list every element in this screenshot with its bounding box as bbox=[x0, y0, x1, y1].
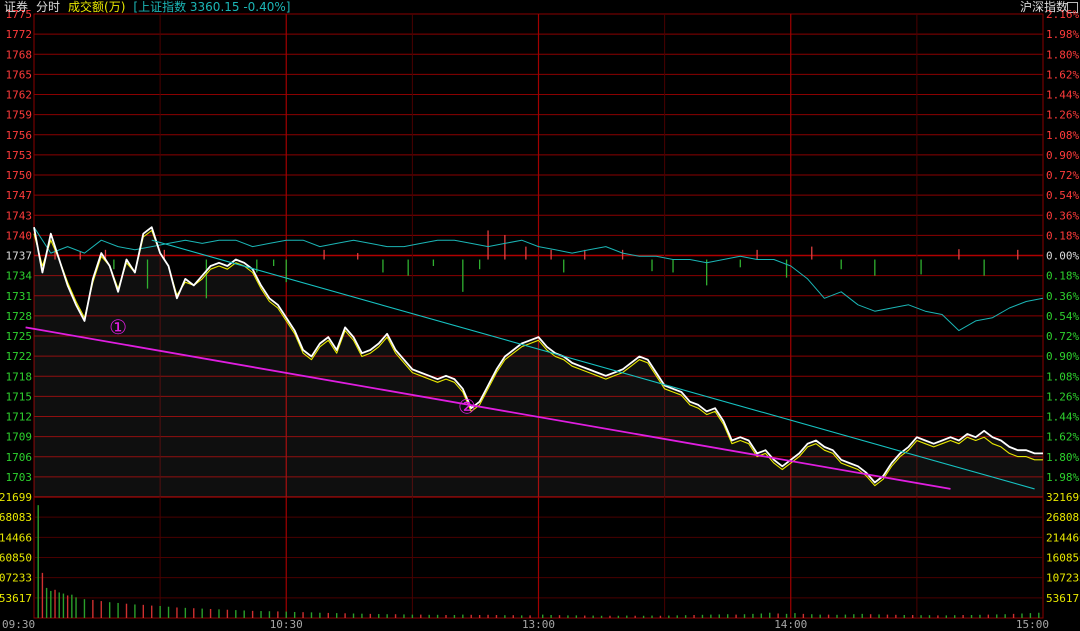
y-tick-left: 1753 bbox=[6, 149, 33, 162]
y-tick-left: 1709 bbox=[6, 431, 33, 444]
y-tick-right: 0.18% bbox=[1046, 270, 1079, 283]
y-tick-right: 1.62% bbox=[1046, 431, 1079, 444]
y-tick-right: 1.98% bbox=[1046, 28, 1079, 41]
volume-tick-right: 268083 bbox=[1046, 511, 1080, 524]
y-tick-left: 1715 bbox=[6, 390, 33, 403]
y-tick-left: 1731 bbox=[6, 290, 33, 303]
y-tick-right: 1.26% bbox=[1046, 109, 1079, 122]
volume-tick-right: 214466 bbox=[1046, 531, 1080, 544]
annotation-marker: ② bbox=[458, 394, 476, 418]
x-tick-label: 13:00 bbox=[522, 618, 555, 631]
volume-tick-right: 160850 bbox=[1046, 552, 1080, 565]
y-tick-left: 1722 bbox=[6, 350, 33, 363]
volume-tick-right: 321699 bbox=[1046, 491, 1080, 504]
volume-tick-left: 107233 bbox=[0, 572, 32, 585]
volume-tick-left: 214466 bbox=[0, 531, 32, 544]
y-tick-right: 0.00% bbox=[1046, 250, 1079, 263]
y-tick-left: 1725 bbox=[6, 330, 33, 343]
volume-tick-right: 53617 bbox=[1046, 592, 1079, 605]
y-tick-right: 1.80% bbox=[1046, 451, 1079, 464]
y-tick-right: 0.72% bbox=[1046, 169, 1079, 182]
volume-tick-left: 160850 bbox=[0, 552, 32, 565]
y-tick-right: 0.18% bbox=[1046, 229, 1079, 242]
y-tick-left: 1759 bbox=[6, 109, 33, 122]
y-tick-right: 1.08% bbox=[1046, 370, 1079, 383]
volume-tick-left: 268083 bbox=[0, 511, 32, 524]
y-tick-right: 1.98% bbox=[1046, 471, 1079, 484]
y-tick-left: 1772 bbox=[6, 28, 33, 41]
y-tick-right: 0.90% bbox=[1046, 149, 1079, 162]
header-segment: [上证指数 3360.15 -0.40%] bbox=[133, 0, 290, 14]
y-tick-left: 1743 bbox=[6, 209, 33, 222]
y-tick-left: 1734 bbox=[6, 270, 33, 283]
volume-tick-right: 107233 bbox=[1046, 572, 1080, 585]
x-tick-label: 15:00 bbox=[1016, 618, 1049, 631]
x-tick-label: 09:30 bbox=[2, 618, 35, 631]
y-tick-right: 0.36% bbox=[1046, 209, 1079, 222]
y-tick-left: 1728 bbox=[6, 310, 33, 323]
y-tick-left: 1712 bbox=[6, 411, 33, 424]
x-tick-label: 14:00 bbox=[774, 618, 807, 631]
header-segment: 成交额(万) bbox=[68, 0, 125, 14]
intraday-chart[interactable]: 1775 2.16%1772 1.98%1768 1.80%1765 1.62%1762… bbox=[0, 0, 1080, 631]
y-tick-left: 1768 bbox=[6, 48, 33, 61]
y-tick-right: 0.90% bbox=[1046, 350, 1079, 363]
y-tick-left: 1740 bbox=[6, 229, 33, 242]
y-tick-right: 1.80% bbox=[1046, 48, 1079, 61]
y-tick-right: 0.36% bbox=[1046, 290, 1079, 303]
y-tick-right: 0.54% bbox=[1046, 189, 1079, 202]
y-tick-right: 1.44% bbox=[1046, 89, 1079, 102]
y-tick-left: 1747 bbox=[6, 189, 33, 202]
x-tick-label: 10:30 bbox=[270, 618, 303, 631]
y-tick-left: 1703 bbox=[6, 471, 33, 484]
volume-tick-left: 321699 bbox=[0, 491, 32, 504]
y-tick-right: 1.08% bbox=[1046, 129, 1079, 142]
y-tick-left: 1762 bbox=[6, 89, 33, 102]
y-tick-right: 1.44% bbox=[1046, 411, 1079, 424]
y-tick-right: 0.54% bbox=[1046, 310, 1079, 323]
y-tick-left: 1718 bbox=[6, 370, 33, 383]
y-tick-left: 1706 bbox=[6, 451, 33, 464]
header-segment: 分时 bbox=[36, 0, 60, 14]
header-segment: 证券 bbox=[4, 0, 28, 14]
y-tick-left: 1756 bbox=[6, 129, 33, 142]
y-tick-right: 0.72% bbox=[1046, 330, 1079, 343]
header-right-label: 沪深指数 bbox=[1020, 0, 1068, 14]
y-tick-left: 1737 bbox=[6, 250, 33, 263]
y-tick-left: 1750 bbox=[6, 169, 33, 182]
y-tick-right: 1.26% bbox=[1046, 390, 1079, 403]
y-tick-left: 1765 bbox=[6, 68, 33, 81]
header-title: 证券 分时 成交额(万) [上证指数 3360.15 -0.40%] bbox=[4, 0, 290, 14]
y-tick-right: 1.62% bbox=[1046, 68, 1079, 81]
volume-tick-left: 53617 bbox=[0, 592, 32, 605]
annotation-marker: ① bbox=[109, 315, 127, 339]
